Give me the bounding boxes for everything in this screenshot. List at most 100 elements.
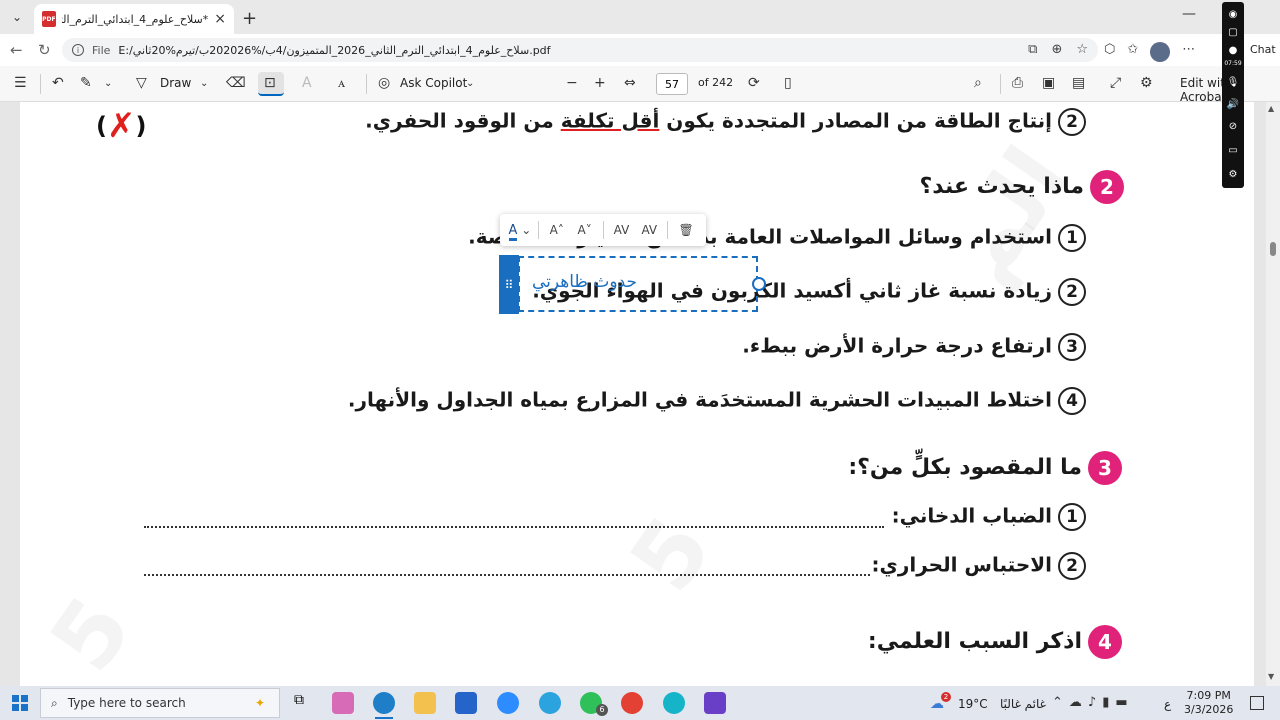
search-icon[interactable]: ⌕ bbox=[974, 75, 982, 91]
tray-icons[interactable]: ⌃☁♪▮▬ bbox=[1052, 695, 1134, 710]
separator bbox=[537, 221, 539, 239]
text-format-icon: A bbox=[302, 75, 312, 91]
rotate-handle[interactable] bbox=[752, 277, 766, 291]
windows-start-icon[interactable] bbox=[12, 695, 28, 711]
language-indicator[interactable]: ع bbox=[1164, 697, 1171, 711]
store-app-icon[interactable] bbox=[455, 692, 477, 714]
tab-pdf[interactable]: PDF *سلاح_علوم_4_ابتدائي_الترم_الثاني_6.… bbox=[34, 4, 234, 34]
spacing-icon[interactable]: AV bbox=[608, 223, 636, 237]
media-app-icon[interactable] bbox=[704, 692, 726, 714]
contents-icon[interactable]: ☰ bbox=[14, 75, 27, 91]
avatar[interactable] bbox=[1150, 42, 1171, 62]
ask-copilot-button[interactable]: Ask Copilot bbox=[400, 76, 467, 90]
task-view-icon[interactable]: ⧉ bbox=[288, 692, 310, 714]
answer-close: ) bbox=[135, 112, 147, 140]
url-field[interactable]: i File E:/سلاح_علوم_4_ابتدائي_الترم_الثا… bbox=[62, 38, 1098, 62]
camera-icon[interactable]: ◉ bbox=[1225, 6, 1241, 22]
back-icon[interactable]: ← bbox=[10, 41, 23, 59]
fullscreen-icon[interactable]: ⤢ bbox=[1110, 75, 1121, 91]
chrome-app-icon[interactable] bbox=[621, 692, 643, 714]
text-options-icon[interactable]: AV bbox=[635, 223, 663, 237]
section-badge: 3 bbox=[1088, 451, 1122, 485]
canva-app-icon[interactable] bbox=[663, 692, 685, 714]
page-number-input[interactable]: 57 bbox=[656, 73, 688, 95]
chevron-down-icon[interactable]: ⌄ bbox=[200, 78, 208, 89]
zoom-in-icon[interactable]: + bbox=[594, 75, 606, 91]
highlight-icon[interactable]: ✎ bbox=[80, 75, 92, 91]
minimize-icon[interactable]: — bbox=[1182, 6, 1196, 22]
weather-temp[interactable]: 19°C bbox=[958, 697, 988, 711]
telegram-app-icon[interactable] bbox=[539, 692, 561, 714]
item-number: 3 bbox=[1058, 333, 1086, 361]
record-icon[interactable]: ● bbox=[1225, 42, 1241, 58]
refresh-icon[interactable]: ↻ bbox=[38, 41, 51, 59]
question-line: 2إنتاج الطاقة من المصادر المتجددة يكون أ… bbox=[365, 108, 1086, 136]
item-number: 2 bbox=[1058, 278, 1086, 306]
chat-button[interactable]: Chat bbox=[1250, 43, 1276, 56]
close-tab-icon[interactable]: × bbox=[214, 11, 226, 27]
print-icon[interactable]: ⎙ bbox=[1012, 75, 1023, 91]
drag-handle-icon[interactable]: ⠿ bbox=[499, 255, 519, 314]
list-item: 2الاحتباس الحراري: bbox=[872, 552, 1086, 580]
zoom-out-icon[interactable]: − bbox=[566, 75, 578, 91]
rotate-icon[interactable]: ⟳ bbox=[748, 75, 760, 91]
zoom-app-icon[interactable] bbox=[497, 692, 519, 714]
tab-title: *سلاح_علوم_4_ابتدائي_الترم_الثاني_6... bbox=[62, 12, 209, 26]
weather-desc[interactable]: غائم غالبًا bbox=[1000, 697, 1046, 711]
font-color-icon[interactable]: A ⌄ bbox=[506, 222, 534, 241]
clock[interactable]: 7:09 PM 3/3/2026 bbox=[1184, 689, 1233, 717]
increase-font-icon[interactable]: A˄ bbox=[543, 223, 571, 237]
file-explorer-icon[interactable] bbox=[414, 692, 436, 714]
draw-button[interactable]: Draw bbox=[160, 76, 191, 90]
settings-icon[interactable]: ⚙ bbox=[1140, 75, 1153, 91]
scroll-up-icon[interactable]: ▲ bbox=[1268, 104, 1274, 113]
taskbar-search-input[interactable]: ⌕ Type here to search ✦ bbox=[40, 688, 280, 718]
time: 7:09 PM bbox=[1186, 689, 1231, 702]
page-view-icon[interactable]: ▯ bbox=[784, 75, 792, 91]
separator bbox=[667, 221, 669, 239]
scrollbar[interactable]: ▲ ▼ bbox=[1266, 102, 1280, 686]
delete-icon[interactable]: 🗑 bbox=[672, 223, 700, 237]
zoom-icon[interactable]: ⊕ bbox=[1051, 42, 1062, 57]
speaker-icon[interactable]: 🔊 bbox=[1225, 96, 1241, 112]
copilot-app-icon[interactable] bbox=[332, 692, 354, 714]
favorites-icon[interactable]: ✩ bbox=[1127, 42, 1138, 62]
chevron-down-icon[interactable]: ⌄ bbox=[104, 78, 112, 89]
more-icon[interactable]: ⋯ bbox=[1182, 42, 1195, 62]
answer-blank[interactable] bbox=[144, 526, 884, 528]
webcam-off-icon[interactable]: ⊘ bbox=[1225, 118, 1241, 134]
tab-actions-menu-icon[interactable]: ⌄ bbox=[6, 6, 28, 28]
save-as-icon[interactable]: ▤ bbox=[1072, 75, 1085, 91]
address-bar: ← ↻ i File E:/سلاح_علوم_4_ابتدائي_الترم_… bbox=[0, 34, 1280, 66]
decrease-font-icon[interactable]: A˅ bbox=[571, 223, 599, 237]
chevron-down-icon[interactable]: ⌄ bbox=[466, 78, 474, 89]
save-icon[interactable]: ▣ bbox=[1042, 75, 1055, 91]
scroll-thumb[interactable] bbox=[1270, 242, 1276, 256]
favorite-icon[interactable]: ☆ bbox=[1076, 42, 1088, 57]
item-number: 4 bbox=[1058, 387, 1086, 415]
file-label: File bbox=[92, 43, 111, 57]
undo-icon[interactable]: ↶ bbox=[52, 75, 64, 91]
separator bbox=[40, 74, 41, 94]
window-icon[interactable]: ▭ bbox=[1225, 142, 1241, 158]
answer-blank[interactable] bbox=[144, 574, 870, 576]
info-icon[interactable]: i bbox=[72, 44, 84, 56]
watermark: 5 bbox=[610, 499, 732, 611]
scroll-down-icon[interactable]: ▼ bbox=[1268, 672, 1274, 681]
pdf-toolbar: ☰ ↶ ✎ ⌄ ▽ Draw ⌄ ⌫ ⊡ A ꭺ ◎ Ask Copilot ⌄… bbox=[0, 66, 1280, 104]
new-tab-icon[interactable]: + bbox=[242, 8, 257, 29]
capture-icon[interactable]: ▢ bbox=[1225, 24, 1241, 40]
edge-app-icon[interactable] bbox=[373, 692, 395, 714]
copilot-icon[interactable]: ◎ bbox=[378, 75, 390, 91]
annotation-text[interactable]: حدوث ظاهرتي bbox=[532, 272, 637, 292]
read-aloud-icon[interactable]: ꭺ bbox=[338, 75, 345, 91]
extensions-icon[interactable]: ⬡ bbox=[1104, 42, 1115, 62]
item-text: الاحتباس الحراري: bbox=[871, 552, 1052, 577]
fit-page-icon[interactable]: ⇔ bbox=[624, 75, 636, 91]
draw-icon[interactable]: ▽ bbox=[136, 75, 147, 91]
settings-icon[interactable]: ⚙ bbox=[1225, 166, 1241, 182]
mic-icon[interactable]: 🎙 bbox=[1225, 74, 1241, 90]
translate-icon[interactable]: ⧉ bbox=[1028, 42, 1037, 57]
notification-icon[interactable] bbox=[1250, 696, 1264, 710]
eraser-icon[interactable]: ⌫ bbox=[226, 75, 246, 91]
